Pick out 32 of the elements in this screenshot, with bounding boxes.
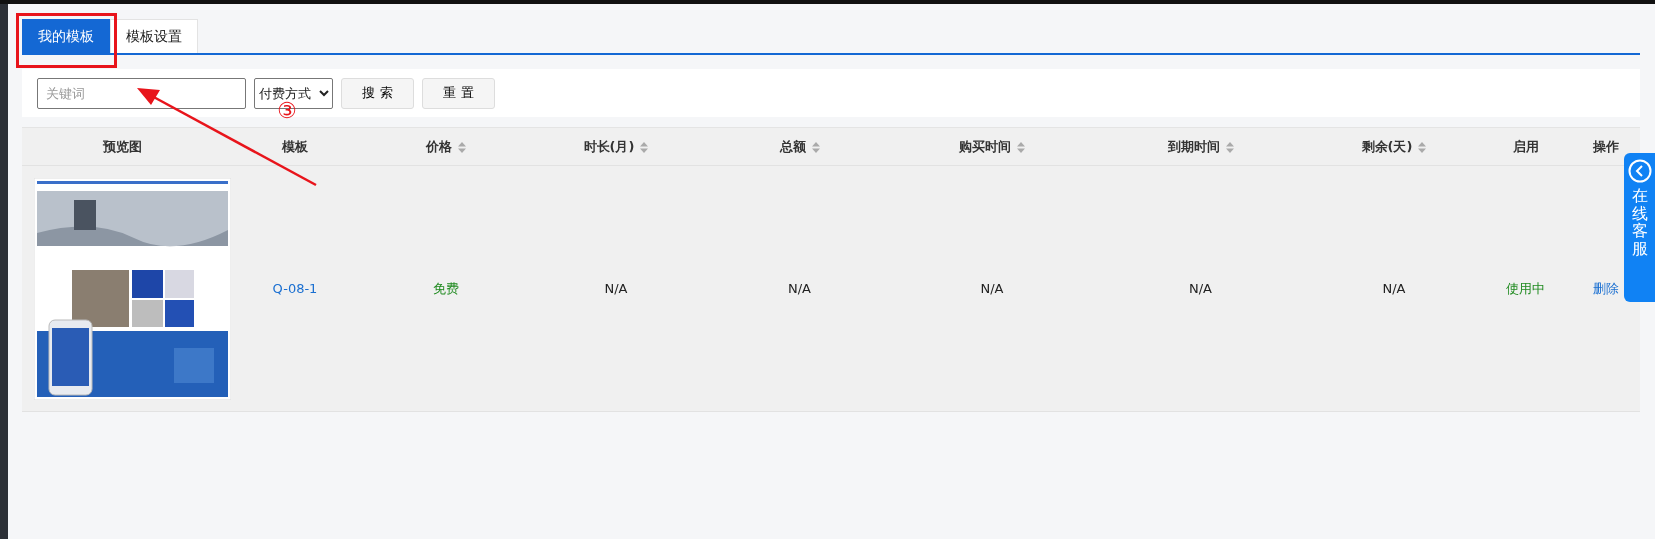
- column-header: 预览图: [22, 127, 223, 166]
- keyword-field[interactable]: 关键词: [37, 77, 246, 109]
- online-service-tab[interactable]: 在线客服: [1624, 153, 1655, 302]
- delete-link[interactable]: 删除: [1593, 280, 1619, 296]
- column-header: 启用: [1479, 127, 1572, 166]
- column-header[interactable]: 时长(月): [525, 127, 707, 166]
- service-label: 在线客服: [1631, 187, 1648, 258]
- sort-icon[interactable]: [1017, 141, 1025, 153]
- tab[interactable]: 我的模板: [22, 19, 110, 53]
- sort-icon[interactable]: [1418, 141, 1427, 153]
- column-header[interactable]: 购买时间: [892, 127, 1092, 166]
- table-cell: N/A: [1382, 280, 1406, 296]
- sort-icon[interactable]: [458, 141, 466, 153]
- sort-icon[interactable]: [811, 141, 820, 153]
- table-cell: N/A: [980, 280, 1004, 296]
- column-header[interactable]: 价格: [367, 127, 525, 166]
- back-icon: [1627, 159, 1652, 183]
- status-text: 使用中: [1506, 280, 1545, 296]
- price-text: 免费: [433, 280, 459, 296]
- table-cell: N/A: [788, 280, 811, 296]
- column-header: 模板: [223, 127, 367, 166]
- column-header[interactable]: 到期时间: [1092, 127, 1309, 166]
- table-cell: N/A: [1189, 280, 1212, 296]
- search-button[interactable]: 搜 索: [341, 77, 414, 109]
- column-header[interactable]: 总额: [707, 127, 892, 166]
- reset-button[interactable]: 重 置: [422, 77, 495, 109]
- sort-icon[interactable]: [640, 141, 649, 153]
- tab[interactable]: 模板设置: [110, 19, 198, 53]
- column-header[interactable]: 剩余(天): [1309, 127, 1479, 166]
- template-link[interactable]: Q-08-1: [272, 280, 318, 296]
- sort-icon[interactable]: [1225, 141, 1234, 153]
- table-cell: N/A: [604, 280, 628, 296]
